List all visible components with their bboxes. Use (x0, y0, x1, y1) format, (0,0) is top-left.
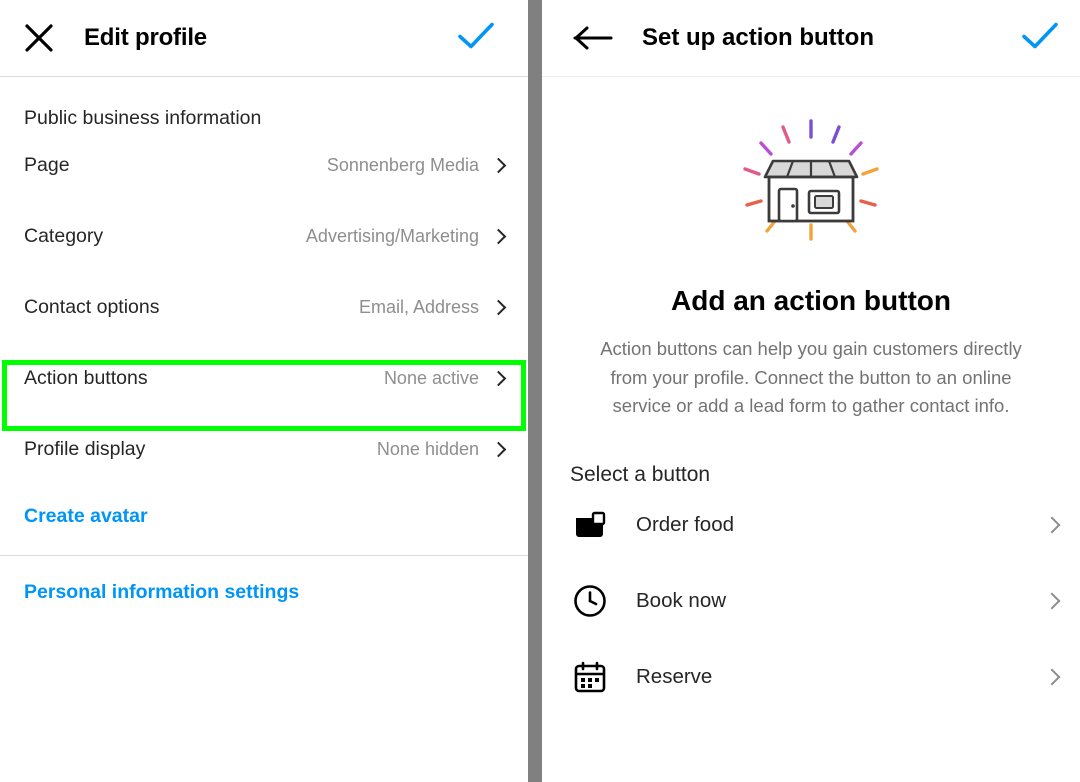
option-label: Book now (636, 589, 727, 613)
chevron-right-icon (490, 299, 507, 316)
select-a-button-label: Select a button (570, 463, 711, 487)
action-option-order-food[interactable]: Order food (542, 487, 1080, 563)
personal-information-settings-link[interactable]: Personal information settings (24, 581, 299, 604)
option-label: Order food (636, 513, 734, 537)
action-option-reserve[interactable]: Reserve (542, 639, 1080, 715)
screenshot-root: Edit profile Public business information… (0, 0, 1080, 782)
page-title: Edit profile (84, 24, 207, 51)
arrow-left-icon[interactable] (570, 15, 616, 61)
create-avatar-link[interactable]: Create avatar (24, 505, 148, 528)
action-option-book-now[interactable]: Book now (542, 563, 1080, 639)
row-category[interactable]: Category Advertising/Marketing (0, 201, 528, 272)
create-avatar-link-row[interactable]: Create avatar (0, 485, 528, 547)
row-value: Advertising/Marketing (305, 226, 479, 246)
action-button-header: Set up action button (542, 0, 1080, 77)
chevron-right-icon (1043, 668, 1061, 686)
row-profile-display[interactable]: Profile display None hidden (0, 414, 528, 485)
row-value: None hidden (376, 439, 479, 459)
close-x-icon[interactable] (16, 15, 62, 61)
clock-icon (570, 581, 610, 621)
row-action-buttons[interactable]: Action buttons None active (0, 343, 528, 414)
screen-gutter (528, 0, 542, 782)
row-value: Email, Address (358, 297, 479, 317)
public-business-information-label: Public business information (24, 107, 262, 129)
hero-section: Add an action button Action buttons can … (542, 77, 1080, 421)
row-value: None active (383, 368, 479, 388)
chevron-right-icon (490, 228, 507, 245)
row-label: Category (24, 225, 104, 247)
row-label: Profile display (24, 438, 146, 460)
edit-profile-header: Edit profile (0, 0, 528, 77)
chevron-right-icon (490, 370, 507, 387)
confirm-checkmark-icon[interactable] (458, 22, 494, 55)
calendar-icon (570, 657, 610, 697)
option-label: Reserve (636, 665, 713, 689)
hero-body-text: Action buttons can help you gain custome… (600, 338, 1022, 417)
page-title: Set up action button (642, 24, 874, 51)
chevron-right-icon (1043, 516, 1061, 534)
confirm-checkmark-icon[interactable] (1022, 22, 1058, 55)
order-food-icon (570, 505, 610, 545)
row-label: Contact options (24, 296, 160, 318)
hero-heading: Add an action button (671, 285, 951, 316)
row-value: Sonnenberg Media (326, 155, 479, 175)
chevron-right-icon (490, 157, 507, 174)
row-contact-options[interactable]: Contact options Email, Address (0, 272, 528, 343)
row-page[interactable]: Page Sonnenberg Media (0, 130, 528, 201)
set-up-action-button-screen: Set up action button Add an action butto… (542, 0, 1080, 782)
personal-information-settings-row[interactable]: Personal information settings (0, 556, 528, 628)
chevron-right-icon (490, 441, 507, 458)
edit-profile-screen: Edit profile Public business information… (0, 0, 528, 782)
row-label: Action buttons (24, 367, 148, 389)
row-label: Page (24, 154, 70, 176)
chevron-right-icon (1043, 592, 1061, 610)
storefront-illustration (542, 113, 1080, 263)
